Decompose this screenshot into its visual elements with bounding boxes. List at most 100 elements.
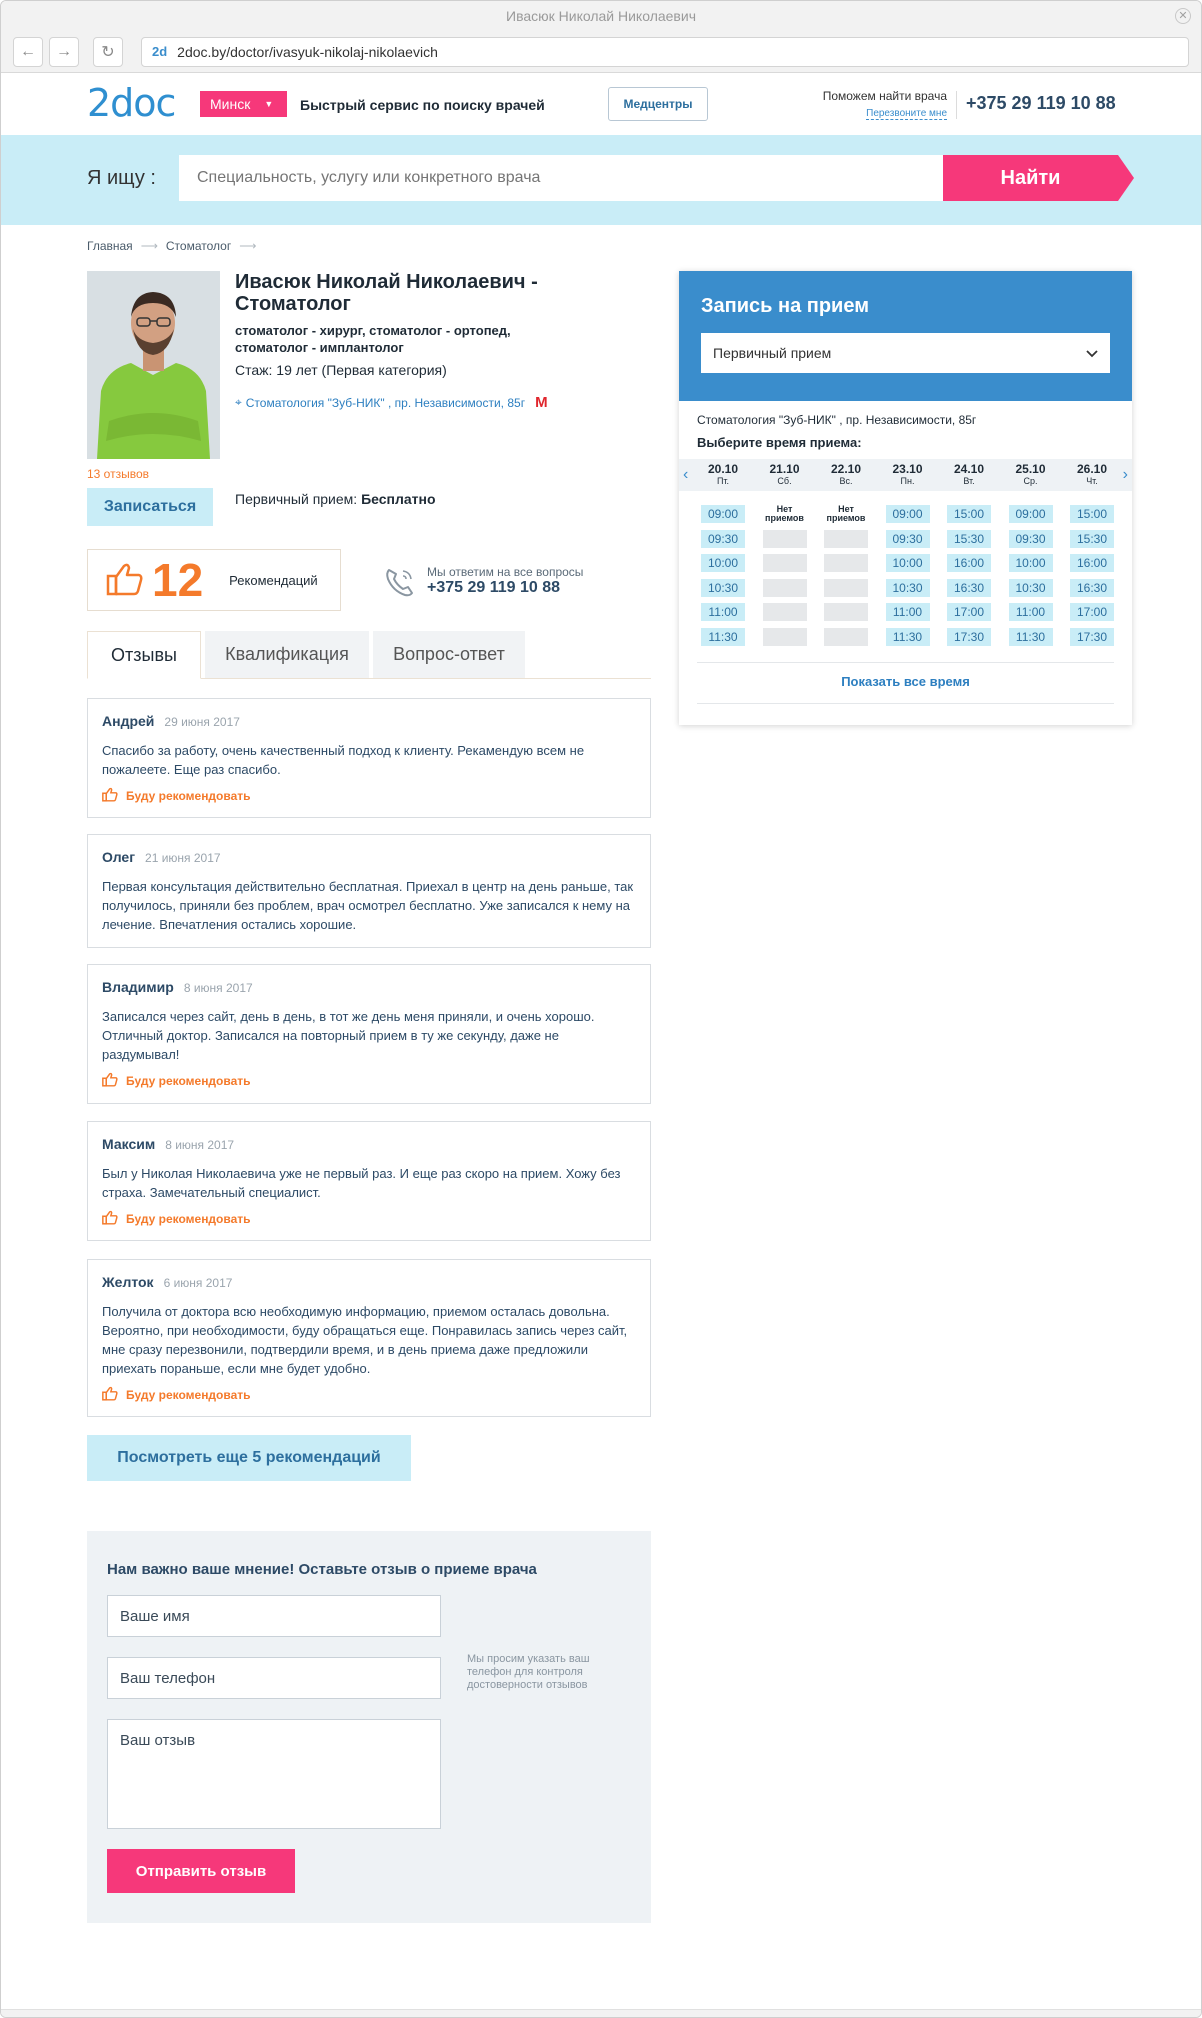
day-date: 21.10	[769, 462, 800, 476]
time-slot[interactable]: 17:00	[947, 603, 991, 621]
doctor-address[interactable]: ⌖ Стоматология "Зуб-НИК" , пр. Независим…	[235, 394, 548, 411]
time-slot[interactable]: 09:30	[885, 529, 930, 548]
time-slot[interactable]: 10:00	[885, 554, 930, 572]
time-slot[interactable]: 11:00	[701, 603, 745, 621]
day-header: 23.10 Пн.	[880, 463, 936, 487]
time-slot[interactable]: 10:30	[885, 578, 930, 597]
reload-button[interactable]: ↻	[93, 36, 123, 67]
time-slot[interactable]: 09:00	[885, 505, 930, 523]
review-date: 29 июня 2017	[164, 715, 240, 729]
review-author: Максим	[102, 1136, 156, 1152]
show-more-reviews-button[interactable]: Посмотреть еще 5 рекомендаций	[87, 1435, 411, 1481]
close-window-icon[interactable]: ✕	[1175, 8, 1191, 24]
visit-type-value: Первичный прием	[713, 345, 832, 361]
site-favicon: 2d	[152, 44, 168, 59]
chevron-right-icon[interactable]: ›	[1123, 466, 1128, 484]
breadcrumb-home[interactable]: Главная	[87, 239, 133, 253]
book-appointment-button[interactable]: Записаться	[87, 488, 213, 526]
time-slot[interactable]: 15:00	[947, 505, 991, 523]
review-date: 6 июня 2017	[163, 1276, 233, 1290]
tab-reviews[interactable]: Отзывы	[87, 631, 201, 679]
back-button[interactable]: ←	[13, 36, 43, 67]
time-slot[interactable]: 15:30	[1070, 529, 1114, 548]
empty-slot	[824, 554, 868, 572]
search-button[interactable]: Найти	[943, 155, 1134, 201]
day-weekday: Вс.	[839, 476, 853, 486]
time-slot[interactable]: 17:00	[1070, 603, 1114, 621]
review-field[interactable]: Ваш отзыв	[107, 1719, 441, 1829]
recommend-label: Буду рекомендовать	[126, 1074, 251, 1088]
callback-link[interactable]: Перезвоните мне	[866, 108, 947, 120]
day-header: 24.10 Вт.	[941, 463, 997, 487]
time-slot[interactable]: 16:30	[947, 578, 991, 597]
review-recommend: Буду рекомендовать	[102, 1386, 636, 1404]
experience-value: 19 лет (Первая категория)	[276, 362, 447, 378]
help-block: Поможем найти врача Перезвоните мне	[801, 89, 947, 120]
review-text: Получила от доктора всю необходимую инфо…	[102, 1304, 628, 1376]
phone-field[interactable]: Ваш телефон	[107, 1657, 441, 1699]
time-slot[interactable]: 09:30	[701, 529, 745, 548]
submit-review-button[interactable]: Отправить отзыв	[107, 1849, 295, 1893]
recommendations-count: 12	[152, 554, 204, 606]
day-date: 23.10	[892, 462, 923, 476]
first-visit-value: Бесплатно	[361, 491, 436, 507]
reviews-count-link[interactable]: 13 отзывов	[87, 467, 149, 481]
arrow-right-icon: →	[56, 42, 72, 60]
day-header: 25.10 Ср.	[1003, 463, 1059, 487]
answer-text: Мы ответим на все вопросы	[427, 565, 584, 579]
time-slot[interactable]: 15:30	[947, 529, 991, 548]
time-slot[interactable]: 10:30	[1008, 578, 1053, 597]
recommendations-label: Рекомендаций	[229, 572, 318, 588]
review-author: Владимир	[102, 979, 174, 995]
forward-button[interactable]: →	[49, 36, 79, 67]
review-author: Желток	[102, 1274, 154, 1290]
time-slot[interactable]: 16:00	[1070, 554, 1114, 572]
time-slot[interactable]: 16:30	[1070, 578, 1114, 597]
search-band: Я ищу : Найти	[1, 135, 1201, 225]
recommendations-box: 12 Рекомендаций	[87, 549, 341, 611]
site-tagline: Быстрый сервис по поиску врачей	[300, 97, 545, 113]
address-bar[interactable]: 2d 2doc.by/doctor/ivasyuk-nikolaj-nikola…	[141, 36, 1189, 67]
first-visit-info: Первичный прием: Бесплатно	[235, 491, 436, 507]
empty-slot	[762, 603, 807, 621]
time-slot[interactable]: 10:30	[701, 578, 745, 597]
review-date: 8 июня 2017	[165, 1138, 235, 1152]
search-label: Я ищу :	[87, 167, 156, 189]
review-text: Первая консультация действительно беспла…	[102, 879, 634, 932]
phone-hint: Мы просим указать ваш телефон для контро…	[467, 1653, 590, 1691]
doctor-photo	[87, 271, 220, 459]
header-phone[interactable]: +375 29 119 10 88	[966, 93, 1116, 114]
no-appointments-label: Нет приемов	[826, 504, 866, 523]
visit-type-select[interactable]: Первичный прием	[701, 333, 1110, 373]
time-slot[interactable]: 11:30	[701, 627, 745, 646]
time-slot[interactable]: 17:30	[1070, 627, 1114, 646]
time-slot[interactable]: 09:00	[701, 505, 745, 523]
time-slot[interactable]: 11:00	[1008, 603, 1053, 621]
time-slot[interactable]: 16:00	[947, 554, 991, 572]
breadcrumb-dentist[interactable]: Стоматолог	[166, 239, 231, 253]
chevron-left-icon[interactable]: ‹	[683, 466, 688, 484]
time-slot[interactable]: 11:30	[1008, 627, 1053, 646]
tab-qa[interactable]: Вопрос-ответ	[373, 631, 525, 678]
time-slot[interactable]: 15:00	[1070, 505, 1114, 523]
show-all-times-link[interactable]: Показать все время	[679, 674, 1132, 689]
name-field[interactable]: Ваше имя	[107, 1595, 441, 1637]
answer-phone[interactable]: +375 29 119 10 88	[427, 579, 583, 597]
booking-panel: Запись на прием Первичный прием Стоматол…	[679, 271, 1132, 725]
time-slot[interactable]: 11:30	[885, 627, 930, 646]
medcenters-button[interactable]: Медцентры	[608, 87, 708, 121]
time-slot[interactable]: 11:00	[885, 603, 930, 621]
first-visit-label: Первичный прием:	[235, 491, 358, 507]
time-slot[interactable]: 10:00	[701, 554, 745, 572]
tab-qualification[interactable]: Квалификация	[205, 631, 369, 678]
city-selector[interactable]: Минск ▼	[200, 91, 287, 117]
site-logo[interactable]: 2doc	[87, 81, 176, 125]
time-slot[interactable]: 09:00	[1008, 505, 1053, 523]
review-recommend: Буду рекомендовать	[102, 1210, 636, 1228]
time-slot[interactable]: 17:30	[947, 627, 991, 646]
recommend-label: Буду рекомендовать	[126, 1212, 251, 1226]
time-slot[interactable]: 09:30	[1008, 529, 1053, 548]
time-slot[interactable]: 10:00	[1008, 554, 1053, 572]
booking-clinic: Стоматология "Зуб-НИК" , пр. Независимос…	[697, 413, 977, 427]
search-input[interactable]	[179, 155, 944, 201]
